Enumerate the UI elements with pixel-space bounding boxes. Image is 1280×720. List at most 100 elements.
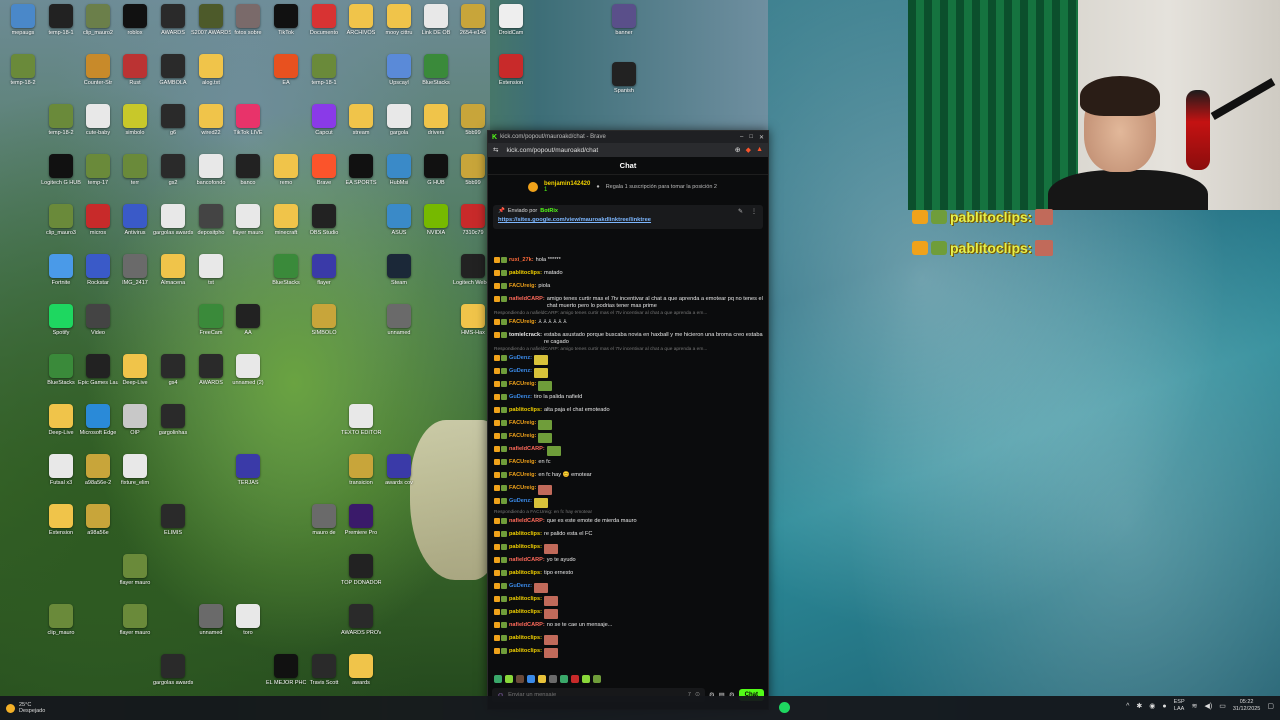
desktop-icon[interactable]: Documento [306,4,342,36]
chat-message[interactable]: nafieldCARP: [494,444,764,457]
desktop-icon[interactable]: AWARDS [155,4,191,36]
wifi-icon[interactable]: ≋ [1192,702,1198,710]
desktop-icon[interactable]: DroidCam [493,4,529,36]
chat-message[interactable]: FACUreig: en fc hay 😊 emotear [494,470,764,483]
desktop-icon[interactable]: BlueStacks [43,354,79,386]
desktop-icon[interactable]: toro [230,604,266,636]
desktop-icon[interactable]: cute-baby [80,104,116,136]
chat-message[interactable]: nafieldCARP: no se te cae un mensaje... [494,620,764,633]
chat-message[interactable]: ruxi_27k: hola ****** [494,255,764,268]
chat-username[interactable]: pablitoclips: [509,570,542,577]
desktop-icon[interactable]: flayer mauro [117,554,153,586]
url-text[interactable]: kick.com/popout/mauroakd/chat [506,147,598,154]
chat-message[interactable]: nafieldCARP: que es este emote de mierda … [494,516,764,529]
desktop-icon[interactable]: Extension [493,54,529,86]
chat-message[interactable]: nafieldCARP: yo te ayudo [494,555,764,568]
desktop-icon[interactable]: temp-18-1 [306,54,342,86]
chat-message[interactable]: GuDenz: [494,581,764,594]
pinned-by-user[interactable]: BotRix [540,208,558,214]
desktop-icon[interactable]: banner [606,4,642,36]
chat-message[interactable]: pablitoclips: alta paja el chat emoteado [494,405,764,418]
desktop-icon[interactable]: micros [80,204,116,236]
desktop-icon[interactable]: flayer mauro [117,604,153,636]
desktop-icon[interactable]: fotos sobre [230,4,266,36]
desktop-icon[interactable]: depositpho [193,204,229,236]
desktop-icon[interactable]: Epic Games Launcher [78,354,118,386]
desktop-icon[interactable]: GAMBOLA [155,54,191,86]
chat-message[interactable]: pablitoclips: tipo ernesto [494,568,764,581]
desktop-icon[interactable]: awards [343,654,379,686]
desktop-icon[interactable]: txt [193,254,229,286]
desktop-icon[interactable]: mooy cittru [381,4,417,36]
desktop-icon[interactable]: banco [230,154,266,186]
desktop-icon[interactable]: fixture_elim [117,454,153,486]
chat-messages[interactable]: ruxi_27k: hola ****** pablitoclips: matado F… [494,255,764,669]
desktop-icon[interactable]: FreeCam [193,304,229,336]
desktop-icon[interactable]: Deep-Live [43,404,79,436]
desktop-icon[interactable]: gs2 [155,154,191,186]
quick-emote-icon[interactable] [593,675,601,683]
chat-username[interactable]: nafieldCARP: [509,446,545,453]
chat-message[interactable]: pablitoclips: [494,594,764,607]
desktop-icon[interactable]: clip_mauro2 [80,4,116,36]
emote-quickbar[interactable] [494,675,601,685]
desktop-icon[interactable]: TikTok [268,4,304,36]
window-titlebar[interactable]: K kick.com/popout/mauroakd/chat - Brave … [488,131,768,143]
desktop-icon[interactable]: S2007 AWARDS [191,4,231,36]
quick-emote-icon[interactable] [560,675,568,683]
chat-username[interactable]: pablitoclips: [509,531,542,538]
pinned-link[interactable]: https://sites.google.com/view/mauroakdli… [498,217,758,223]
desktop-icon[interactable]: EA SPORTS [343,154,379,186]
quick-emote-icon[interactable] [516,675,524,683]
desktop-icon[interactable]: remo [268,154,304,186]
desktop-icon[interactable]: TikTok LIVE [230,104,266,136]
desktop-icon[interactable]: 7310c79 [455,204,491,236]
clock[interactable]: 05:22 31/12/2025 [1233,699,1261,713]
chat-username[interactable]: FACUreig: [509,283,536,290]
desktop-icon[interactable]: AA [230,304,266,336]
desktop-icon[interactable]: mauro de [306,504,342,536]
language-indicator[interactable]: ESP LAA [1174,699,1185,713]
chat-message[interactable]: tomielcrack: estaba asustado porque busca… [494,330,764,346]
desktop-icon[interactable]: transicion [343,454,379,486]
chat-message[interactable]: GuDenz: [494,496,764,509]
spotify-taskbar-icon[interactable] [779,702,790,713]
desktop-icon[interactable]: flayer mauro [230,204,266,236]
site-settings-icon[interactable]: ⇆ [493,146,498,154]
maximize-icon[interactable]: □ [749,134,753,141]
chat-username[interactable]: FACUreig: [509,420,536,427]
desktop-icon[interactable]: minecraft [268,204,304,236]
desktop-icon[interactable]: Extension [43,504,79,536]
desktop-icon[interactable]: ARCHIVOS [343,4,379,36]
desktop-icon[interactable]: temp-18-2 [5,54,41,86]
desktop-icon[interactable]: Upscayl [381,54,417,86]
desktop-icon[interactable]: a98a56e-2 [80,454,116,486]
desktop-icon[interactable]: Brave [306,154,342,186]
chat-message[interactable]: pablitoclips: [494,633,764,646]
desktop-icon[interactable]: terr [117,154,153,186]
chat-username[interactable]: GuDenz: [509,394,532,401]
desktop-icon[interactable]: stream [343,104,379,136]
quick-emote-icon[interactable] [571,675,579,683]
desktop-icon[interactable]: Video [80,304,116,336]
chat-username[interactable]: GuDenz: [509,498,532,505]
desktop-icon[interactable]: EL MEJOR PHONK [266,654,306,686]
chat-username[interactable]: GuDenz: [509,583,532,590]
desktop-icon[interactable]: HMS-Hax [455,304,491,336]
desktop-icon[interactable]: unnamed [193,604,229,636]
microphone-icon[interactable]: ● [1162,703,1166,710]
desktop-icon[interactable]: unnamed [381,304,417,336]
chat-message[interactable]: GuDenz: [494,366,764,379]
desktop-icon[interactable]: Deep-Live [117,354,153,386]
quick-emote-icon[interactable] [527,675,535,683]
desktop-icon[interactable]: BlueStacks [418,54,454,86]
desktop-icon[interactable]: clip_mauro [43,604,79,636]
chat-message[interactable]: FACUreig: [494,418,764,431]
chat-username[interactable]: FACUreig: [509,381,536,388]
unpin-icon[interactable]: ✎ [738,208,743,215]
chat-message[interactable]: FACUreig: [494,379,764,392]
desktop-icon[interactable]: 5bb99 [455,104,491,136]
desktop-icon[interactable]: BlueStacks [268,254,304,286]
chat-username[interactable]: pablitoclips: [509,635,542,642]
address-bar[interactable]: ⇆ kick.com/popout/mauroakd/chat ⊕ ◆ ▲ [488,143,768,157]
